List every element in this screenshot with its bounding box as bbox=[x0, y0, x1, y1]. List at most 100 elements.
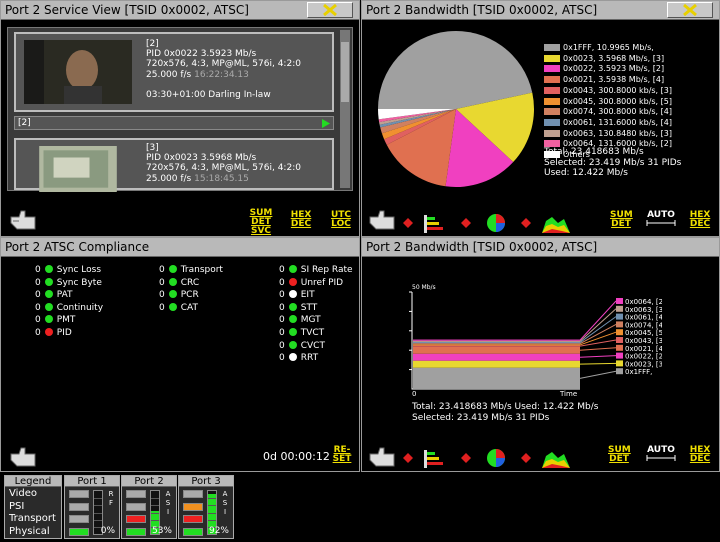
utilization-percent: 0% bbox=[100, 526, 115, 536]
hand-pointer-icon[interactable] bbox=[368, 207, 398, 231]
hex-dec-button[interactable]: HEX DEC bbox=[289, 211, 313, 229]
sum-det-svc-button[interactable]: SUM DET SVC bbox=[249, 209, 273, 236]
error-count: 0 bbox=[35, 315, 41, 326]
legend-port-3[interactable]: Port 3 A S I 92% bbox=[178, 475, 234, 539]
service-scrollbar[interactable] bbox=[340, 30, 350, 188]
service-card-3[interactable]: [3] PID 0x0023 3.5968 Mb/s 720x576, 4:3,… bbox=[14, 138, 334, 192]
legend-row-psi: PSI bbox=[9, 500, 25, 512]
area-band[interactable] bbox=[413, 339, 580, 341]
bandwidth-pie-title: Port 2 Bandwidth [TSID 0x0002, ATSC] bbox=[362, 1, 719, 20]
total-bandwidth: Total: 23.418683 Mb/s bbox=[544, 147, 644, 157]
legend-label: 0x0063, 130.8480 kb/s, [3] bbox=[563, 128, 672, 138]
bandwidth-pie-chart[interactable] bbox=[376, 29, 536, 189]
area-band[interactable] bbox=[413, 345, 580, 347]
compliance-label: CAT bbox=[180, 302, 198, 313]
interface-type: R F bbox=[108, 490, 114, 507]
area-band[interactable] bbox=[413, 340, 580, 342]
view-mode-toolbar[interactable] bbox=[402, 213, 592, 235]
service-format: 720x576, 4:3, MP@ML, 576i, 4:2:0 bbox=[146, 59, 301, 70]
service-pid: PID 0x0022 3.5923 Mb/s bbox=[146, 49, 257, 60]
compliance-column-2: 0 Transport 0 CRC 0 PCR 0 CAT bbox=[159, 264, 223, 314]
view-mode-toolbar[interactable] bbox=[402, 448, 592, 470]
legend-label: 0x0074, [4] bbox=[625, 321, 662, 329]
service-list[interactable]: [2] PID 0x0022 3.5923 Mb/s 720x576, 4:3,… bbox=[7, 27, 353, 192]
status-indicator-icon bbox=[44, 290, 53, 299]
hand-pointer-icon[interactable] bbox=[9, 444, 39, 468]
service-format: 720x576, 4:3, MP@ML, 576i, 4:2:0 bbox=[146, 163, 301, 174]
error-count: 0 bbox=[279, 353, 285, 364]
compliance-title: Port 2 ATSC Compliance bbox=[1, 238, 359, 257]
bandwidth-pie-close-button[interactable] bbox=[667, 2, 713, 18]
elapsed-timer: 0d 00:00:12 bbox=[263, 450, 330, 463]
legend-item: 0x0063, 130.8480 kb/s, [3] bbox=[544, 129, 672, 140]
compliance-item: 0 PCR bbox=[159, 289, 223, 302]
status-bar bbox=[183, 515, 203, 523]
sum-det-button[interactable]: SUM DET bbox=[610, 211, 633, 229]
bar-graph-icon bbox=[424, 215, 443, 233]
compliance-item: 0 EIT bbox=[279, 289, 353, 302]
compliance-label: CRC bbox=[180, 277, 200, 288]
legend-swatch bbox=[544, 129, 560, 137]
legend-row-video: Video bbox=[9, 488, 38, 499]
legend-label: 0x0023, [3] bbox=[625, 360, 662, 368]
area-band[interactable] bbox=[413, 353, 580, 361]
area-band[interactable] bbox=[413, 343, 580, 345]
legend-port-1[interactable]: Port 1 R F 0% bbox=[64, 475, 120, 539]
compliance-label: PID bbox=[56, 327, 72, 338]
legend-item: 0x1FFF, 10.9965 Mb/s, bbox=[544, 43, 672, 54]
compliance-item: 0 PID bbox=[35, 327, 103, 340]
legend-label: 0x0043, [3] bbox=[625, 337, 662, 345]
error-count: 0 bbox=[279, 327, 285, 338]
compliance-item: 0 STT bbox=[279, 302, 353, 315]
auto-button[interactable]: AUTO bbox=[646, 211, 676, 229]
status-bar bbox=[69, 490, 89, 498]
bandwidth-time-chart[interactable]: 0x0064, [2]0x0063, [3]0x0061, [4]0x0074,… bbox=[362, 274, 662, 392]
legend-label: 0x0021, [4] bbox=[625, 345, 662, 353]
pie-graph-icon bbox=[487, 449, 505, 467]
compliance-column-3: 0 SI Rep Rate 0 Unref PID 0 EIT 0 STT 0 MGT 0 TVCT 0… bbox=[279, 264, 353, 365]
status-indicator-icon bbox=[288, 277, 297, 286]
legend-label: 0x0022, [2] bbox=[625, 353, 662, 361]
area-graph-icon bbox=[542, 452, 570, 468]
status-bar bbox=[126, 515, 146, 523]
status-bar bbox=[126, 490, 146, 498]
legend-label: 0x0063, [3] bbox=[625, 306, 662, 314]
error-count: 0 bbox=[35, 327, 41, 338]
reset-button[interactable]: RE- SET bbox=[331, 446, 353, 464]
hex-dec-button[interactable]: HEX DEC bbox=[688, 446, 712, 464]
status-indicator-icon bbox=[44, 315, 53, 324]
area-band[interactable] bbox=[413, 341, 580, 344]
port-name: Port 2 bbox=[122, 476, 176, 487]
hand-pointer-icon[interactable] bbox=[368, 444, 398, 468]
legend-port-2[interactable]: Port 2 A S I 53% bbox=[121, 475, 177, 539]
interface-type: A S I bbox=[222, 490, 228, 516]
service-card-2[interactable]: [2] PID 0x0022 3.5923 Mb/s 720x576, 4:3,… bbox=[14, 32, 334, 112]
hand-pointer-icon[interactable] bbox=[9, 207, 39, 231]
legend-swatch bbox=[616, 344, 623, 351]
area-band[interactable] bbox=[413, 344, 580, 346]
area-band[interactable] bbox=[413, 360, 580, 368]
legend-item: 0x0043, 300.8000 kb/s, [3] bbox=[544, 86, 672, 97]
legend-label: 0x0022, 3.5923 Mb/s, [2] bbox=[563, 64, 665, 74]
compliance-label: Sync Byte bbox=[56, 277, 102, 288]
compliance-item: 0 SI Rep Rate bbox=[279, 264, 353, 277]
status-bar bbox=[183, 502, 203, 511]
status-bar bbox=[126, 527, 146, 536]
legend-swatch bbox=[544, 65, 560, 73]
auto-button[interactable]: AUTO bbox=[646, 446, 676, 464]
error-count: 0 bbox=[159, 302, 165, 313]
compliance-item: 0 CAT bbox=[159, 302, 223, 315]
area-band[interactable] bbox=[413, 346, 580, 354]
service-view-close-button[interactable] bbox=[307, 2, 353, 18]
hex-dec-button[interactable]: HEX DEC bbox=[688, 211, 712, 229]
legend-swatch bbox=[544, 108, 560, 116]
area-band[interactable] bbox=[413, 367, 580, 389]
pie-slice[interactable] bbox=[378, 30, 533, 110]
service-number: [2] bbox=[146, 39, 159, 49]
service-framerate: 25.000 f/s bbox=[146, 69, 192, 80]
utc-loc-button[interactable]: UTC LOC bbox=[329, 211, 353, 229]
error-count: 0 bbox=[279, 265, 285, 275]
compliance-label: CVCT bbox=[300, 340, 325, 351]
error-count: 0 bbox=[35, 290, 41, 301]
sum-det-button[interactable]: SUM DET bbox=[608, 446, 631, 464]
